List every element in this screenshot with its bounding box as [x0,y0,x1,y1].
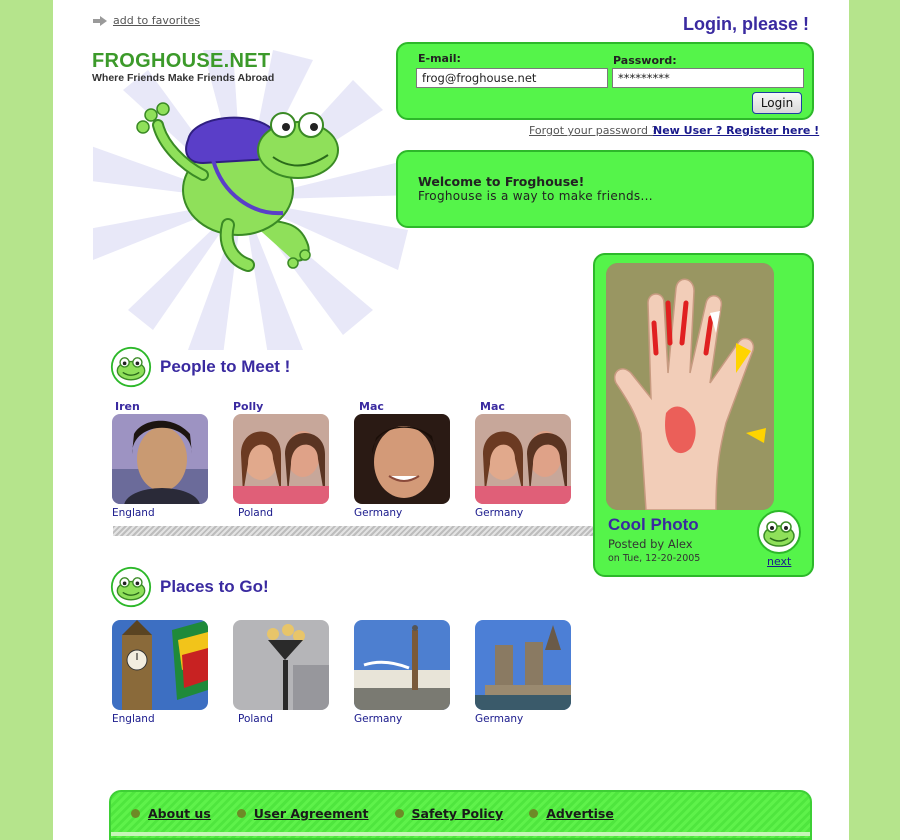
place-card[interactable]: Poland [233,620,333,725]
people-section-header: People to Meet ! [110,346,290,388]
register-link[interactable]: New User ? Register here ! [653,124,819,137]
login-heading: Login, please ! [682,14,809,34]
places-section-header: Places to Go! [110,566,269,608]
scroll-track[interactable] [113,526,593,536]
place-country: England [112,713,155,725]
login-button[interactable]: Login [752,92,802,114]
person-name[interactable]: Mac [475,400,575,414]
person-country: England [112,507,155,519]
frog-mascot-image [136,102,339,272]
person-card[interactable]: Iren England [112,400,212,519]
site-logo[interactable]: FROGHOUSE.NET Where Friends Make Friends… [92,50,274,84]
place-card[interactable]: Germany [354,620,454,725]
cool-photo-title: Cool Photo [608,515,699,534]
add-to-favorites[interactable]: add to favorites [93,14,200,27]
place-photo[interactable] [354,620,450,710]
cool-photo-date: on Tue, 12-20-2005 [608,553,701,564]
place-card[interactable]: England [112,620,212,725]
footer-link-safety[interactable]: Safety Policy [394,806,504,821]
footer-link-label[interactable]: Advertise [546,806,614,821]
footer-link-label[interactable]: Safety Policy [412,806,504,821]
person-name[interactable]: Mac [354,400,454,414]
password-label: Password: [613,54,677,67]
forgot-password-link[interactable]: Forgot your password ? [529,124,657,137]
person-country: Poland [238,507,274,519]
welcome-title: Welcome to Froghouse! [418,174,585,189]
person-name[interactable]: Polly [233,400,333,414]
next-photo-link[interactable]: next [767,555,791,568]
places-section-title: Places to Go! [160,577,269,596]
welcome-box: Welcome to Froghouse! Froghouse is a way… [396,150,814,228]
login-form: E-mail: Password: Login [396,42,814,120]
email-label: E-mail: [418,52,461,65]
place-country: Poland [238,713,274,725]
person-card[interactable]: Polly Poland [233,400,333,519]
bullet-icon [529,809,539,818]
logo-name: FROGHOUSE.NET [92,50,271,72]
footer-link-label[interactable]: About us [148,806,211,821]
cool-photo-author: Posted by Alex [608,537,693,551]
bullet-icon [236,809,246,818]
footer-link-about[interactable]: About us [131,806,211,821]
page: add to favorites FROGHOUSE.NET Where Fri… [53,0,849,840]
footer-link-advertise[interactable]: Advertise [529,806,614,821]
person-photo[interactable] [112,414,208,504]
footer-nav: About us User Agreement Safety Policy Ad… [109,790,812,840]
person-card[interactable]: Mac Germany [475,400,575,519]
person-card[interactable]: Mac Germany [354,400,454,519]
place-photo[interactable] [112,620,208,710]
logo-tagline: Where Friends Make Friends Abroad [92,72,275,84]
place-photo[interactable] [475,620,571,710]
place-photo[interactable] [233,620,329,710]
person-photo[interactable] [354,414,450,504]
person-name[interactable]: Iren [112,400,212,414]
person-photo[interactable] [475,414,571,504]
place-card[interactable]: Germany [475,620,575,725]
frog-face-icon [757,510,801,554]
place-country: Germany [475,713,524,725]
person-country: Germany [475,507,524,519]
frog-face-icon [110,346,152,388]
email-field[interactable] [416,68,608,88]
footer-band [111,832,810,836]
arrow-right-icon [93,15,107,26]
footer-link-label[interactable]: User Agreement [254,806,369,821]
footer-link-agreement[interactable]: User Agreement [236,806,369,821]
welcome-text: Froghouse is a way to make friends... [418,189,653,203]
frog-face-icon [110,566,152,608]
person-photo[interactable] [233,414,329,504]
bullet-icon [131,809,140,818]
person-country: Germany [354,507,403,519]
people-section-title: People to Meet ! [160,357,291,376]
place-country: Germany [354,713,403,725]
add-to-favorites-link[interactable]: add to favorites [113,14,200,27]
cool-photo-card: Cool Photo Posted by Alex on Tue, 12-20-… [593,253,814,577]
password-field[interactable] [612,68,804,88]
cool-photo-image[interactable] [606,263,774,510]
bullet-icon [394,809,404,818]
